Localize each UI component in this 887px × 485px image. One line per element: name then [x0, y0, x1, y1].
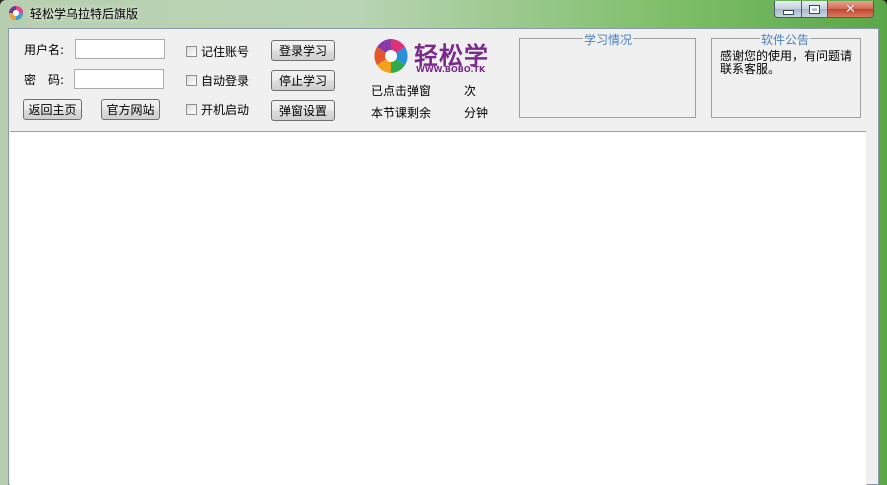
auto-login-label: 自动登录 [201, 74, 250, 88]
login-study-button[interactable]: 登录学习 [271, 40, 335, 61]
notice-title: 软件公告 [760, 31, 811, 48]
username-label: 用户名: [24, 43, 65, 57]
checkbox-box[interactable] [186, 46, 197, 57]
clicked-popup-label: 已点击弹窗 [371, 84, 432, 98]
minimize-icon [782, 9, 794, 15]
brand-logo: 轻松学 WWW.BOBO.TK [371, 36, 501, 76]
startup-launch-checkbox[interactable]: 开机启动 [186, 101, 249, 118]
study-status-group: 学习情况 [519, 31, 696, 118]
close-icon: ✕ [845, 1, 856, 17]
notice-group: 软件公告 感谢您的使用，有问题请联系客服。 [711, 31, 861, 118]
close-button[interactable]: ✕ [827, 1, 874, 18]
official-site-button[interactable]: 官方网站 [101, 99, 160, 120]
username-input[interactable] [75, 39, 165, 59]
window-title: 轻松学乌拉特后旗版 [30, 7, 139, 21]
checkbox-box[interactable] [186, 75, 197, 86]
password-input[interactable] [74, 69, 164, 89]
clicked-popup-unit: 次 [464, 84, 477, 98]
remaining-label: 本节课剩余 [371, 106, 432, 120]
study-browser-panel[interactable] [10, 131, 867, 485]
maximize-icon [809, 4, 820, 14]
title-bar[interactable]: 轻松学乌拉特后旗版 ✕ [0, 0, 887, 27]
study-status-title: 学习情况 [583, 31, 634, 48]
auto-login-checkbox[interactable]: 自动登录 [186, 72, 249, 89]
minimize-button[interactable] [774, 1, 802, 18]
pinwheel-logo-icon [374, 39, 408, 73]
popup-settings-button[interactable]: 弹窗设置 [271, 100, 335, 121]
maximize-button[interactable] [801, 1, 828, 18]
password-label: 密 码: [24, 73, 65, 87]
remember-account-checkbox[interactable]: 记住账号 [186, 43, 249, 60]
notice-text: 感谢您的使用，有问题请联系客服。 [720, 49, 853, 76]
scrollbar-track[interactable] [866, 131, 878, 484]
app-window: 轻松学乌拉特后旗版 ✕ 用户名: 密 码: 返回主页 官方网站 记住账号 自动登… [0, 0, 887, 485]
remember-account-label: 记住账号 [201, 45, 250, 59]
remaining-unit: 分钟 [464, 106, 489, 120]
app-logo-icon [9, 6, 23, 20]
checkbox-box[interactable] [186, 104, 197, 115]
home-button[interactable]: 返回主页 [23, 99, 82, 120]
logo-url: WWW.BOBO.TK [416, 65, 486, 74]
client-area: 用户名: 密 码: 返回主页 官方网站 记住账号 自动登录 开机启动 登录学习 … [8, 28, 879, 485]
startup-launch-label: 开机启动 [201, 103, 250, 117]
stop-study-button[interactable]: 停止学习 [271, 70, 335, 91]
